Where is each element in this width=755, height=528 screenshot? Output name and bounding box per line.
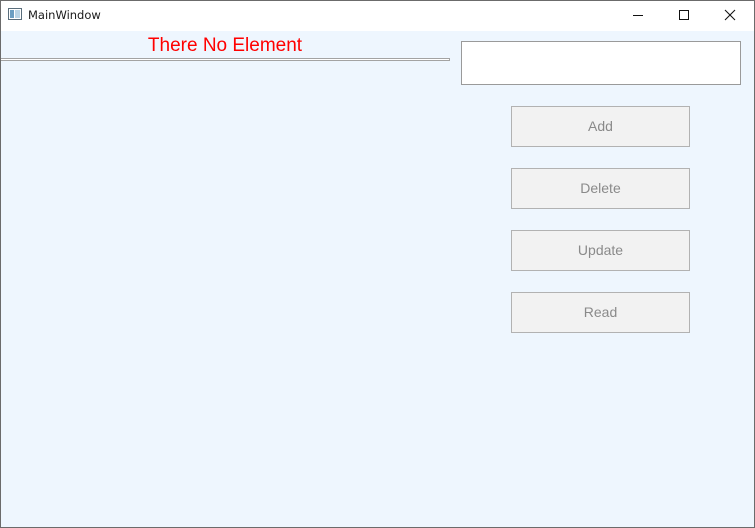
window-app-icon[interactable] [8,8,22,20]
element-input[interactable] [461,41,741,85]
delete-button[interactable]: Delete [511,168,690,209]
window-title: MainWindow [28,8,101,22]
close-icon [724,9,736,21]
minimize-icon [633,15,643,16]
status-label: There No Element [147,35,303,56]
maximize-button[interactable] [661,1,707,30]
add-button[interactable]: Add [511,106,690,147]
minimize-button[interactable] [615,1,661,30]
update-button[interactable]: Update [511,230,690,271]
elements-list[interactable] [1,58,450,61]
window-content: There No Element Add Delete Update Read [1,31,754,527]
title-bar[interactable]: MainWindow [1,1,754,31]
maximize-icon [679,10,689,20]
close-button[interactable] [707,1,753,30]
main-window: MainWindow There No Element Add Delete U… [0,0,755,528]
read-button[interactable]: Read [511,292,690,333]
